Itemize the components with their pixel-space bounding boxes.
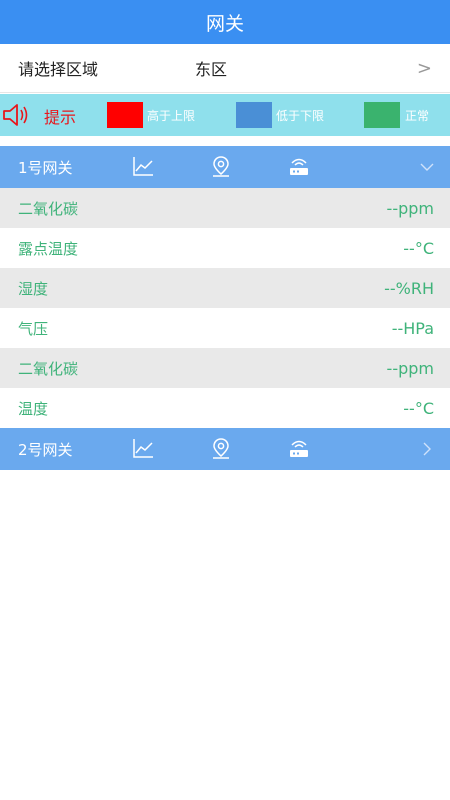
reading-name: 湿度 (18, 279, 49, 298)
reading-value: --HPa (391, 318, 434, 338)
reading-value: --ppm (386, 358, 434, 378)
legend-label-low: 低于下限 (276, 109, 325, 123)
gateway-2-header[interactable]: 2号网关 (0, 428, 450, 470)
router-icon[interactable] (288, 155, 310, 177)
reading-row: 露点温度 --°C (0, 228, 450, 268)
reading-value: --°C (403, 238, 434, 258)
chevron-right-icon[interactable] (421, 442, 433, 456)
reading-name: 二氧化碳 (18, 199, 79, 218)
page-title: 网关 (205, 12, 244, 35)
legend-swatch-low (236, 102, 272, 128)
line-chart-icon[interactable] (132, 437, 154, 459)
gateway-1-header[interactable]: 1号网关 (0, 146, 450, 188)
location-pin-icon[interactable] (211, 437, 231, 459)
location-pin-icon[interactable] (211, 155, 231, 177)
reading-name: 二氧化碳 (18, 359, 79, 378)
reading-value: --%RH (384, 278, 434, 298)
legend-swatch-normal (364, 102, 400, 128)
legend-bar: 提示 高于上限 低于下限 正常 (0, 94, 450, 136)
region-selector[interactable]: 请选择区域 东区 > (0, 44, 450, 93)
legend-label-normal: 正常 (405, 109, 430, 123)
legend-tip: 提示 (44, 108, 77, 127)
reading-value: --ppm (386, 198, 434, 218)
region-value: 东区 (195, 60, 228, 79)
reading-row: 气压 --HPa (0, 308, 450, 348)
chevron-down-icon[interactable] (420, 160, 434, 174)
reading-row: 二氧化碳 --ppm (0, 348, 450, 388)
reading-row: 温度 --°C (0, 388, 450, 428)
title-bar: 网关 (0, 0, 450, 44)
reading-name: 露点温度 (18, 239, 79, 258)
reading-row: 湿度 --%RH (0, 268, 450, 308)
legend-label-high: 高于上限 (147, 109, 196, 123)
gateway-name: 1号网关 (18, 159, 73, 177)
reading-name: 气压 (18, 319, 49, 338)
reading-row: 二氧化碳 --ppm (0, 188, 450, 228)
gateway-name: 2号网关 (18, 441, 73, 459)
chevron-right-icon: > (416, 57, 432, 79)
speaker-icon (3, 104, 28, 126)
reading-name: 温度 (18, 399, 49, 418)
region-label: 请选择区域 (18, 60, 99, 79)
reading-value: --°C (403, 398, 434, 418)
router-icon[interactable] (288, 437, 310, 459)
line-chart-icon[interactable] (132, 155, 154, 177)
legend-swatch-high (107, 102, 143, 128)
